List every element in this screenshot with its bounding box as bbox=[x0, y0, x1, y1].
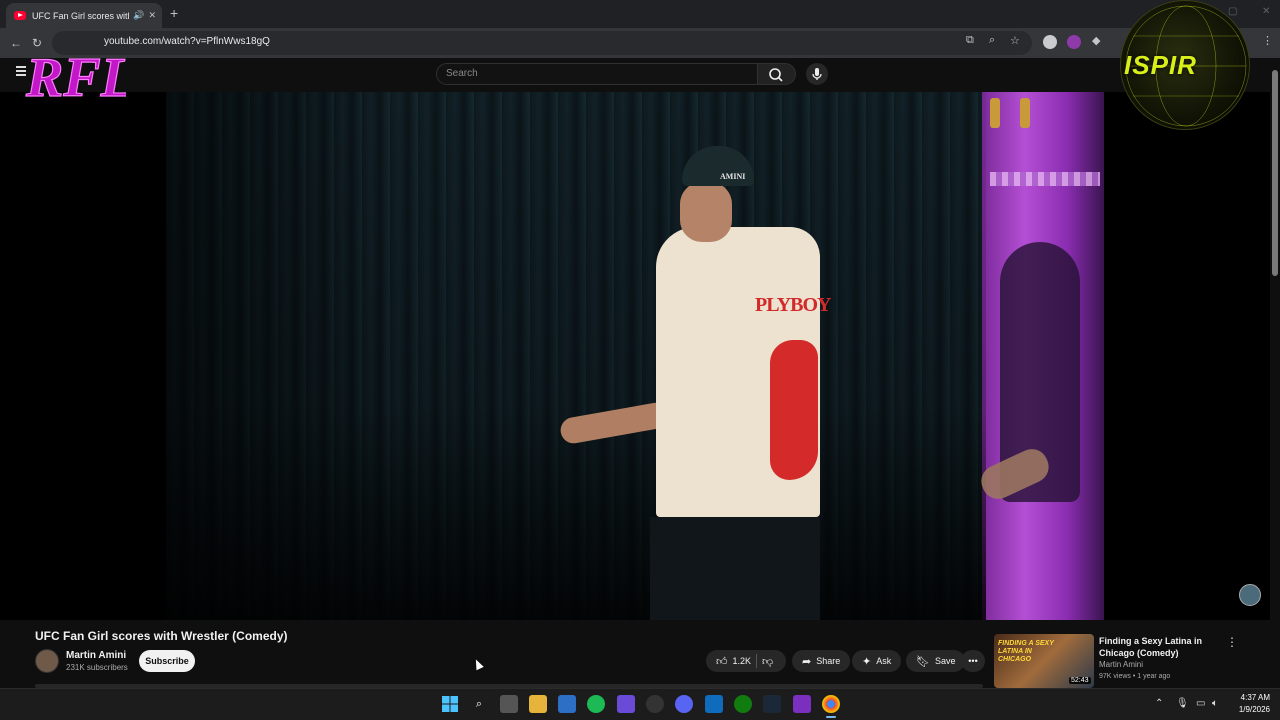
recommendation-meta: 97K views • 1 year ago bbox=[1099, 673, 1171, 680]
video-title: UFC Fan Girl scores with Wrestler (Comed… bbox=[35, 629, 288, 643]
windows-taskbar bbox=[0, 688, 1280, 720]
tab-title: UFC Fan Girl scores with Wrestler (Comed… bbox=[32, 10, 129, 21]
stage-trim bbox=[990, 172, 1100, 186]
divider bbox=[756, 654, 758, 668]
close-tab-icon[interactable]: ✕ bbox=[148, 10, 156, 21]
performer-pants bbox=[650, 517, 820, 620]
shirt-graphic bbox=[770, 340, 818, 480]
scrollbar-thumb[interactable] bbox=[1272, 70, 1278, 276]
save-button[interactable]: 🔖︎ Save bbox=[906, 650, 966, 672]
clock-date[interactable]: 1/9/2026 bbox=[1230, 705, 1270, 714]
rfl-logo: RFL bbox=[24, 46, 126, 109]
store-icon[interactable] bbox=[558, 695, 576, 713]
extension-icon[interactable] bbox=[1043, 35, 1057, 49]
bookmark-icon: 🔖︎ bbox=[916, 655, 930, 668]
url-text[interactable]: youtube.com/watch?v=PflnWws18gQ bbox=[104, 36, 270, 47]
like-count[interactable]: 1.2K bbox=[733, 656, 752, 666]
discord-icon[interactable] bbox=[675, 695, 693, 713]
bookmark-star-icon[interactable]: ☆ bbox=[1010, 34, 1020, 47]
mail-icon[interactable] bbox=[705, 695, 723, 713]
app-icon[interactable] bbox=[793, 695, 811, 713]
microphone-tray-icon[interactable]: 🎙︎ bbox=[1176, 698, 1189, 709]
video-shade bbox=[166, 92, 986, 620]
steam-icon[interactable] bbox=[763, 695, 781, 713]
thumbs-up-icon[interactable]: 👍︎ bbox=[716, 655, 728, 668]
network-icon[interactable]: ▭ bbox=[1196, 698, 1205, 709]
share-button[interactable]: ➦ Share bbox=[792, 650, 851, 672]
share-label: Share bbox=[816, 656, 841, 666]
search-input[interactable] bbox=[436, 63, 758, 85]
browser-tabstrip bbox=[0, 0, 1280, 28]
microphone-icon bbox=[812, 68, 822, 80]
search-icon bbox=[769, 68, 783, 82]
extension-icon[interactable] bbox=[1067, 35, 1081, 49]
zoom-icon[interactable]: ⌕ bbox=[989, 34, 995, 47]
youtube-favicon-icon bbox=[14, 11, 26, 20]
thumbs-down-icon[interactable]: 👎︎ bbox=[762, 655, 773, 668]
extension-diamond-icon[interactable]: ◆ bbox=[1092, 34, 1100, 47]
back-arrow-icon[interactable]: ← bbox=[10, 36, 22, 50]
install-app-icon[interactable]: ⧉ bbox=[966, 34, 974, 47]
recommendation-duration: 52:43 bbox=[1069, 677, 1091, 684]
share-arrow-icon: ➦ bbox=[802, 655, 812, 668]
video-player[interactable]: PLYBOY AMINI bbox=[0, 92, 1270, 620]
subscriber-count: 231K subscribers bbox=[66, 663, 128, 672]
app-icon[interactable] bbox=[587, 695, 605, 713]
menu-kebab-icon[interactable]: ⋮ bbox=[1262, 34, 1273, 47]
channel-avatar[interactable] bbox=[35, 649, 59, 673]
recommendation-channel[interactable]: Martin Amini bbox=[1099, 660, 1143, 669]
recommendation-menu-icon[interactable]: ⋮ bbox=[1226, 635, 1238, 649]
tray-chevron-icon[interactable]: ⌃ bbox=[1155, 698, 1163, 709]
more-horizontal-icon: ••• bbox=[968, 656, 978, 666]
search-button[interactable] bbox=[758, 63, 796, 85]
more-actions-button[interactable]: ••• bbox=[961, 650, 985, 672]
file-explorer-icon[interactable] bbox=[529, 695, 547, 713]
shirt-text: PLYBOY bbox=[755, 294, 832, 316]
volume-icon[interactable]: 🔈︎ bbox=[1212, 698, 1218, 709]
xbox-icon[interactable] bbox=[734, 695, 752, 713]
subscribe-button[interactable]: Subscribe bbox=[139, 650, 195, 672]
cap-text: AMINI bbox=[720, 172, 746, 181]
rfl-logo-text: RFL bbox=[25, 47, 126, 109]
app-grid-icon[interactable] bbox=[617, 695, 635, 713]
clock-time[interactable]: 4:37 AM bbox=[1236, 693, 1270, 702]
app-icon[interactable] bbox=[646, 695, 664, 713]
task-view-icon[interactable] bbox=[500, 695, 518, 713]
windows-start-icon[interactable] bbox=[441, 695, 459, 713]
save-label: Save bbox=[934, 656, 956, 666]
active-app-indicator bbox=[826, 716, 836, 718]
chrome-icon[interactable] bbox=[822, 695, 840, 713]
ispir-logo-text: ISPIR bbox=[1124, 50, 1197, 80]
new-tab-button[interactable]: + bbox=[170, 5, 178, 21]
speaker-icon[interactable]: 🔊 bbox=[133, 10, 144, 21]
close-window-icon[interactable]: ✕ bbox=[1262, 6, 1270, 17]
sparkle-icon: ✦ bbox=[862, 655, 872, 668]
like-dislike-group: 👍︎ 1.2K 👎︎ bbox=[706, 650, 786, 672]
search-placeholder: Search bbox=[446, 68, 478, 79]
channel-name[interactable]: Martin Amini bbox=[66, 650, 126, 661]
voice-search-button[interactable] bbox=[806, 63, 828, 85]
wall-lamp bbox=[1020, 98, 1030, 128]
wall-lamp bbox=[990, 98, 1000, 128]
recommendation-title[interactable]: Finding a Sexy Latina in Chicago (Comedy… bbox=[1099, 635, 1209, 659]
taskbar-search-icon[interactable]: ⌕ bbox=[470, 695, 488, 713]
ask-button[interactable]: ✦ Ask bbox=[852, 650, 902, 672]
channel-watermark-avatar[interactable] bbox=[1239, 584, 1261, 606]
recommendation-thumbnail-text: FINDING A SEXY LATINA IN CHICAGO bbox=[998, 640, 1054, 663]
ask-label: Ask bbox=[876, 656, 892, 666]
performer-head bbox=[680, 182, 732, 242]
